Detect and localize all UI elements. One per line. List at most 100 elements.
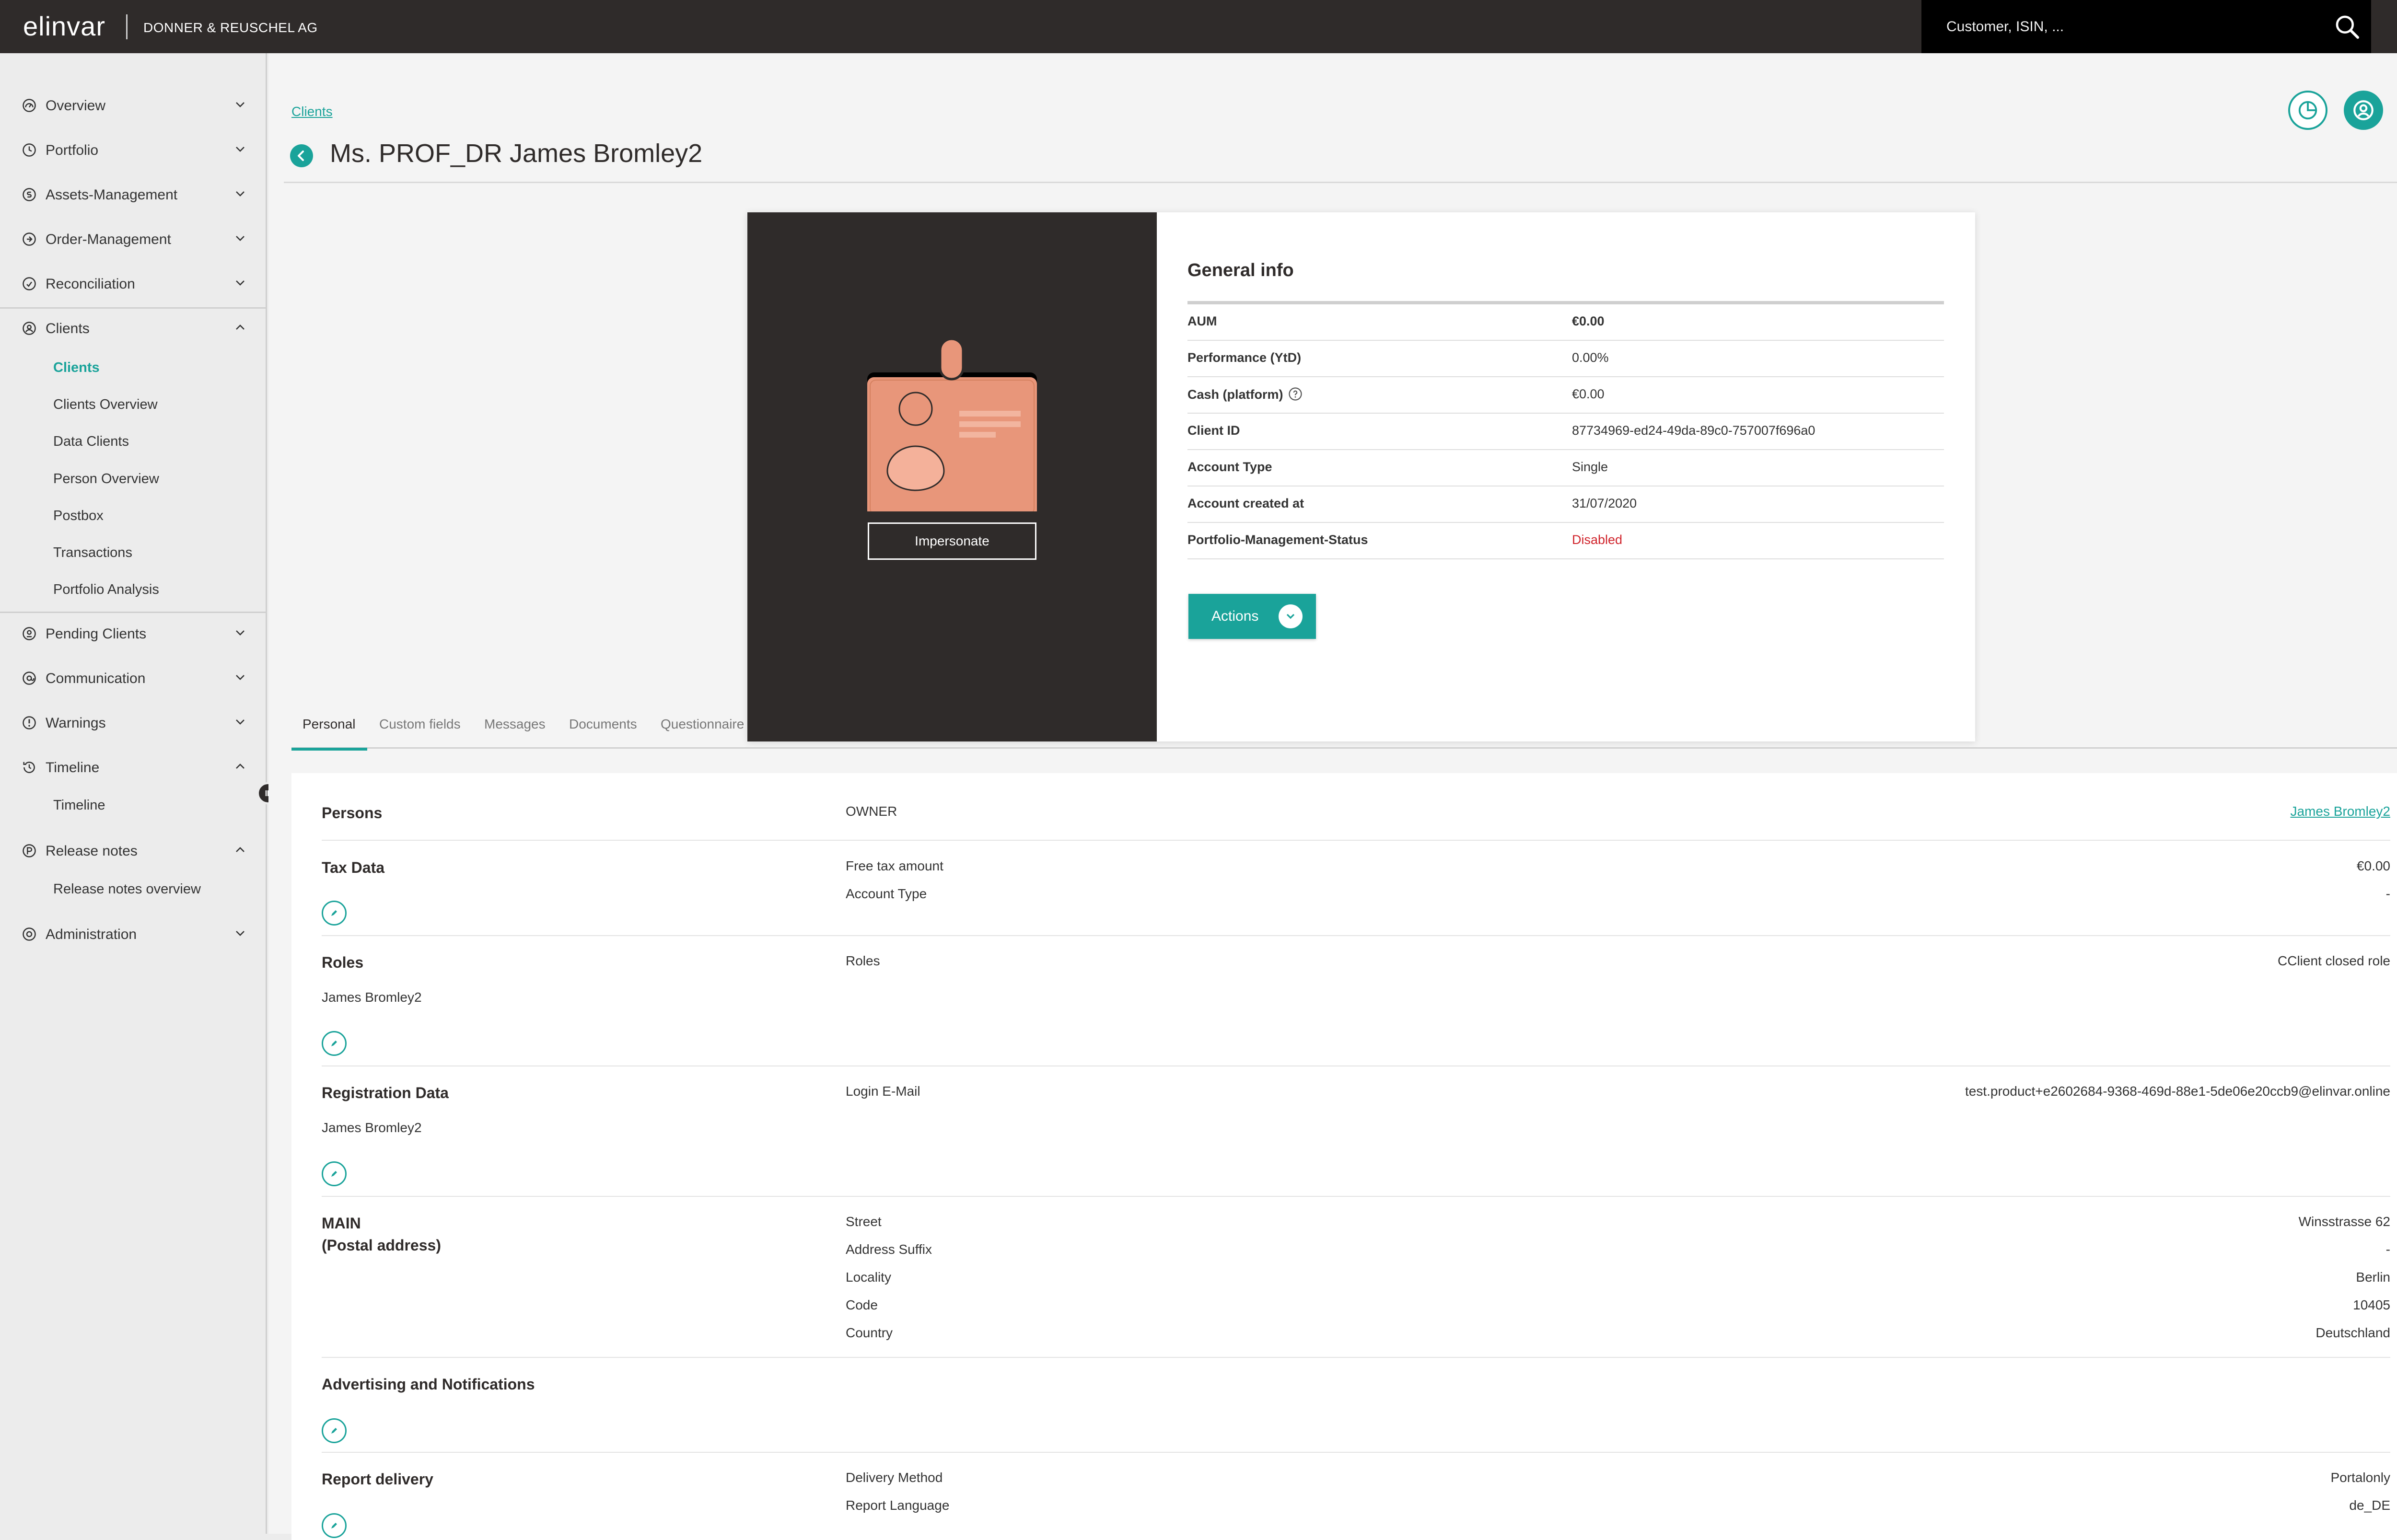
client-summary-card: Impersonate General info AUM €0.00 Perfo…: [747, 212, 1975, 741]
address-title-line: (Postal address): [322, 1237, 441, 1254]
tab-personal[interactable]: Personal: [303, 717, 356, 759]
tab-questionnaire[interactable]: Questionnaire: [661, 717, 744, 759]
owner-link[interactable]: James Bromley2: [2290, 804, 2390, 819]
chevron-down-icon: [235, 629, 245, 637]
sidebar-item-release-notes[interactable]: Release notes: [0, 830, 266, 871]
edit-report-delivery-button[interactable]: [322, 1513, 347, 1538]
sidebar-item-label: Warnings: [46, 715, 106, 731]
sidebar-item-label: Clients: [46, 321, 90, 336]
section-divider: [322, 1452, 2390, 1453]
chevron-down-icon: [235, 279, 245, 287]
address-title-line: MAIN: [322, 1215, 361, 1232]
info-value: 0.00%: [1572, 350, 1609, 365]
edit-tax-data-button[interactable]: [322, 901, 347, 926]
section-title-tax-data: Tax Data: [322, 859, 385, 876]
sidebar-item-label: Reconciliation: [46, 276, 135, 292]
field-value: Berlin: [2356, 1270, 2390, 1285]
gear-icon: [22, 927, 36, 941]
sidebar-item-timeline[interactable]: Timeline: [0, 746, 266, 787]
app-logo[interactable]: elinvar: [23, 11, 105, 42]
sidebar-item-label: Communication: [46, 671, 146, 686]
section-divider: [322, 1196, 2390, 1197]
edit-registration-button[interactable]: [322, 1161, 347, 1186]
sidebar-item-communication[interactable]: Communication: [0, 657, 266, 698]
tab-custom-fields[interactable]: Custom fields: [379, 717, 461, 759]
info-value: Single: [1572, 460, 1608, 474]
info-key: Account created at: [1187, 496, 1304, 510]
tab-documents[interactable]: Documents: [569, 717, 637, 759]
sidebar-item-label: Administration: [46, 926, 137, 942]
sidebar-subitem-clients[interactable]: Clients: [53, 360, 100, 376]
sidebar-subitem-portfolio-analysis[interactable]: Portfolio Analysis: [53, 582, 159, 598]
help-icon[interactable]: [1288, 387, 1303, 401]
edit-roles-button[interactable]: [322, 1031, 347, 1056]
info-key: AUM: [1187, 314, 1217, 328]
sidebar-item-administration[interactable]: Administration: [0, 913, 266, 954]
pending-icon: [22, 626, 36, 641]
chevron-up-icon: [235, 324, 245, 331]
sidebar-item-portfolio[interactable]: Portfolio: [0, 129, 266, 170]
actions-dropdown-button[interactable]: Actions: [1188, 594, 1316, 639]
chevron-up-icon: [235, 846, 245, 854]
info-row-aum: AUM €0.00: [1187, 304, 1944, 341]
top-bar: elinvar DONNER & REUSCHEL AG: [0, 0, 2397, 53]
section-subtitle: James Bromley2: [322, 990, 422, 1005]
sidebar-item-label: Overview: [46, 98, 106, 114]
search-input[interactable]: [1945, 17, 2319, 37]
info-value: €0.00: [1572, 387, 1605, 401]
sidebar-subitem-person-overview[interactable]: Person Overview: [53, 471, 159, 487]
chevron-down-icon: [235, 190, 245, 197]
gauge-icon: [22, 98, 36, 113]
sidebar-subitem-timeline[interactable]: Timeline: [53, 798, 105, 813]
field-value: Winsstrasse 62: [2298, 1214, 2390, 1229]
release-icon: [22, 844, 36, 858]
history-icon: [22, 760, 36, 775]
info-value: 31/07/2020: [1572, 496, 1637, 510]
field-key: Roles: [846, 953, 880, 968]
reconcile-icon: [22, 277, 36, 291]
chevron-up-icon: [235, 763, 245, 770]
impersonate-button[interactable]: Impersonate: [868, 522, 1036, 560]
sidebar-item-label: Pending Clients: [46, 626, 147, 642]
field-value: -: [2385, 1242, 2390, 1257]
client-profile-button[interactable]: [2344, 91, 2383, 130]
portfolio-chart-button[interactable]: [2288, 91, 2327, 130]
section-divider: [322, 935, 2390, 936]
actions-label: Actions: [1211, 608, 1259, 624]
status-badge: Disabled: [1572, 533, 1623, 547]
sidebar-item-clients[interactable]: Clients: [0, 307, 266, 348]
sidebar-subitem-transactions[interactable]: Transactions: [53, 545, 132, 561]
sidebar-item-order-management[interactable]: Order-Management: [0, 218, 266, 259]
info-value: 87734969-ed24-49da-89c0-757007f696a0: [1572, 423, 1815, 438]
tab-messages[interactable]: Messages: [484, 717, 546, 759]
section-title-persons: Persons: [322, 804, 383, 822]
breadcrumb[interactable]: Clients: [291, 104, 333, 119]
chevron-down-icon: [235, 234, 245, 242]
sidebar-subitem-release-notes-overview[interactable]: Release notes overview: [53, 881, 201, 897]
sidebar-item-assets-management[interactable]: Assets-Management: [0, 174, 266, 215]
sidebar-item-label: Release notes: [46, 843, 138, 859]
field-value: test.product+e2602684-9368-469d-88e1-5de…: [1965, 1084, 2390, 1099]
chevron-down-icon: [235, 929, 245, 937]
sidebar-item-overview[interactable]: Overview: [0, 84, 266, 126]
sidebar: Overview Portfolio Assets-Management Ord…: [0, 53, 267, 1534]
section-title-advertising: Advertising and Notifications: [322, 1376, 535, 1393]
info-row-account-type: Account Type Single: [1187, 450, 1944, 486]
field-key: Report Language: [846, 1498, 950, 1513]
section-title-report-delivery: Report delivery: [322, 1471, 433, 1488]
info-row-created-at: Account created at 31/07/2020: [1187, 486, 1944, 523]
sidebar-item-warnings[interactable]: Warnings: [0, 702, 266, 743]
search-icon[interactable]: [2334, 13, 2361, 40]
sidebar-subitem-clients-overview[interactable]: Clients Overview: [53, 397, 158, 413]
back-button[interactable]: [290, 144, 313, 167]
info-key: Account Type: [1187, 460, 1272, 474]
logo-separator: [126, 14, 128, 39]
edit-advertising-button[interactable]: [322, 1418, 347, 1443]
field-key: Street: [846, 1214, 882, 1229]
sidebar-subitem-data-clients[interactable]: Data Clients: [53, 434, 129, 450]
sidebar-item-reconciliation[interactable]: Reconciliation: [0, 263, 266, 304]
sidebar-subitem-postbox[interactable]: Postbox: [53, 508, 104, 524]
sidebar-item-pending-clients[interactable]: Pending Clients: [0, 613, 266, 654]
chevron-down-icon: [235, 718, 245, 726]
info-row-cash: Cash (platform) €0.00: [1187, 377, 1944, 414]
